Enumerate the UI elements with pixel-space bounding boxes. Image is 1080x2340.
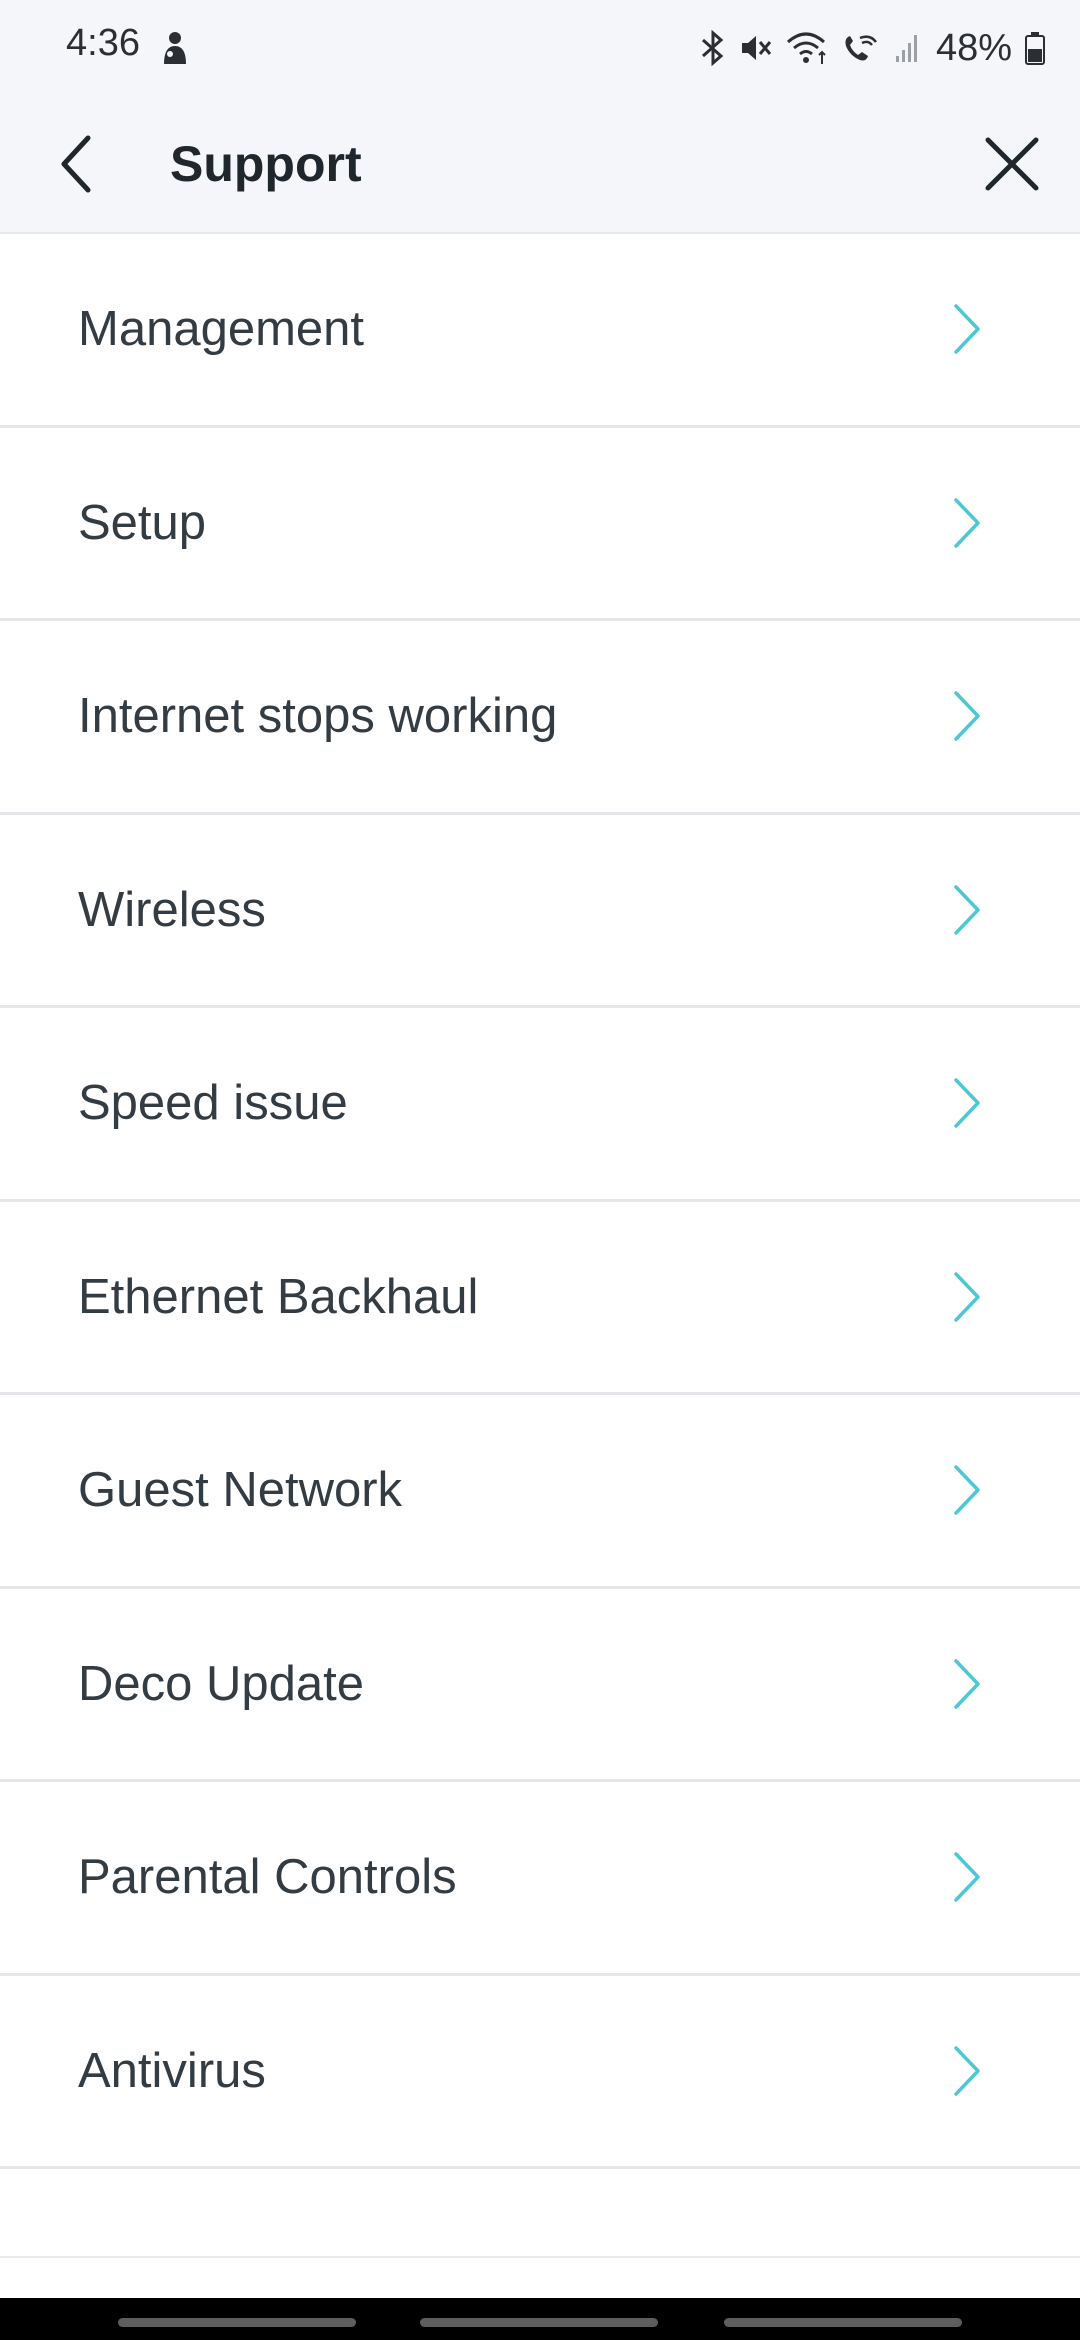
topic-internet-stops-working[interactable]: Internet stops working [0,621,1080,815]
topic-label: Wireless [78,882,266,937]
status-bar: 4:36 48% [0,0,1080,96]
support-topic-list: Management Setup Internet stops working … [0,234,1080,2169]
topic-management[interactable]: Management [0,234,1080,428]
chevron-right-icon [954,885,980,935]
system-nav-bar [0,2298,1080,2340]
person-icon [164,32,186,64]
wifi-calling-icon [845,35,877,61]
nav-back-handle[interactable] [724,2318,962,2327]
chevron-right-icon [954,1852,980,1902]
chevron-right-icon [954,2046,980,2096]
topic-deco-update[interactable]: Deco Update [0,1588,1080,1782]
topic-speed-issue[interactable]: Speed issue [0,1008,1080,1202]
close-icon [985,137,1039,191]
topic-label: Deco Update [78,1656,365,1711]
topic-setup[interactable]: Setup [0,427,1080,621]
mute-icon [741,36,772,60]
topic-label: Ethernet Backhaul [78,1269,479,1324]
topic-label: Antivirus [78,2043,266,2098]
chevron-right-icon [954,691,980,741]
wifi-icon [786,32,826,64]
close-button[interactable] [972,124,1052,204]
topic-label: Internet stops working [78,689,558,744]
divider [0,2256,1080,2258]
battery-icon [1025,32,1045,65]
chevron-right-icon [954,1659,980,1709]
topic-label: Management [78,302,365,357]
bluetooth-icon [701,30,724,66]
battery-percent: 48% [935,26,1012,69]
signal-icon [895,35,917,62]
status-time: 4:36 [66,22,140,64]
topic-label: Speed issue [78,1076,348,1131]
back-button[interactable] [40,124,112,204]
app-header: Support [0,96,1080,234]
topic-guest-network[interactable]: Guest Network [0,1395,1080,1589]
nav-recents-handle[interactable] [118,2318,356,2327]
topic-ethernet-backhaul[interactable]: Ethernet Backhaul [0,1201,1080,1395]
chevron-right-icon [954,1465,980,1515]
topic-wireless[interactable]: Wireless [0,814,1080,1008]
chevron-right-icon [954,304,980,354]
topic-label: Setup [78,495,207,550]
topic-antivirus[interactable]: Antivirus [0,1975,1080,2169]
chevron-right-icon [954,1078,980,1128]
status-icons: 48% [700,24,1046,72]
topic-parental-controls[interactable]: Parental Controls [0,1782,1080,1976]
chevron-right-icon [954,1272,980,1322]
nav-home-handle[interactable] [420,2318,658,2327]
topic-label: Guest Network [78,1463,403,1518]
chevron-left-icon [61,135,91,193]
topic-label: Parental Controls [78,1850,457,1905]
chevron-right-icon [954,498,980,548]
page-title: Support [170,136,362,192]
